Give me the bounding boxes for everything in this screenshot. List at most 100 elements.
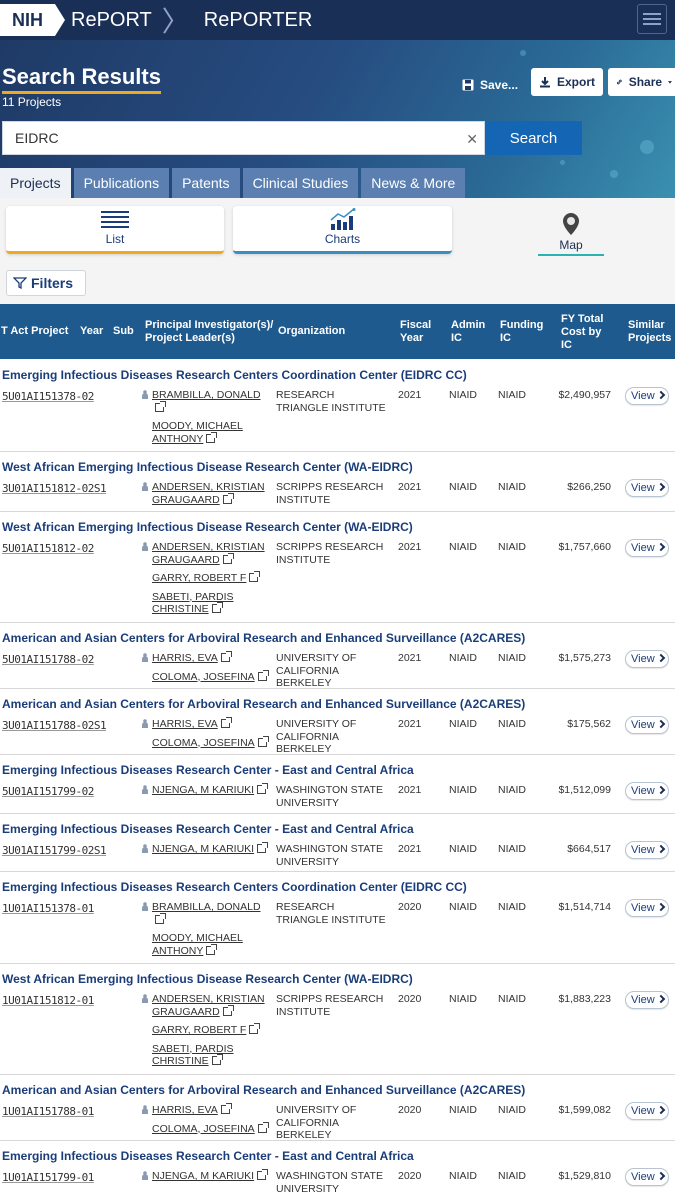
external-link-icon[interactable] <box>257 1121 269 1133</box>
project-title-link[interactable]: West African Emerging Infectious Disease… <box>2 460 413 474</box>
pi-link[interactable]: SABETI, PARDIS CHRISTINE <box>142 591 267 616</box>
tab-news-more[interactable]: News & More <box>361 168 466 198</box>
project-title-link[interactable]: Emerging Infectious Diseases Research Ce… <box>2 880 467 894</box>
search-input[interactable]: EIDRC ✕ <box>2 121 485 155</box>
pi-link[interactable]: MOODY, MICHAEL ANTHONY <box>142 932 267 957</box>
pi-link[interactable]: NJENGA, M KARIUKI <box>142 1169 269 1183</box>
external-link-icon[interactable] <box>257 783 269 794</box>
pi-link[interactable]: ANDERSEN, KRISTIAN GRAUGAARD <box>142 481 267 506</box>
external-link-icon[interactable] <box>222 552 234 564</box>
pi-link[interactable]: COLOMA, JOSEFINA <box>142 1121 269 1136</box>
pi-link[interactable]: GARRY, ROBERT F <box>142 1023 267 1037</box>
pi-link[interactable]: COLOMA, JOSEFINA <box>142 735 269 750</box>
project-title-link[interactable]: Emerging Infectious Diseases Research Ce… <box>2 822 414 836</box>
pi-link[interactable]: GARRY, ROBERT F <box>142 571 267 585</box>
project-title-link[interactable]: Emerging Infectious Diseases Research Ce… <box>2 368 467 382</box>
external-link-icon[interactable] <box>220 651 232 662</box>
view-similar-button[interactable]: View <box>625 650 669 668</box>
view-similar-button[interactable]: View <box>625 1168 669 1186</box>
col-header-project[interactable]: T Act Project <box>1 325 68 338</box>
view-similar-button[interactable]: View <box>625 1102 669 1120</box>
project-title-link[interactable]: American and Asian Centers for Arboviral… <box>2 631 525 645</box>
pi-link[interactable]: BRAMBILLA, DONALD <box>142 389 267 414</box>
project-title-link[interactable]: Emerging Infectious Diseases Research Ce… <box>2 763 414 777</box>
view-similar-button[interactable]: View <box>625 782 669 800</box>
project-number-link[interactable]: 5U01AI151378-02 <box>2 390 94 403</box>
external-link-icon[interactable] <box>222 492 234 504</box>
filters-button[interactable]: Filters <box>6 270 86 296</box>
col-header-similar[interactable]: Similar Projects <box>628 319 675 345</box>
project-title-link[interactable]: West African Emerging Infectious Disease… <box>2 520 413 534</box>
external-link-icon[interactable] <box>155 400 166 412</box>
nih-logo[interactable]: NIH <box>0 4 65 36</box>
pi-link[interactable]: HARRIS, EVA <box>142 717 267 731</box>
tab-publications[interactable]: Publications <box>73 168 170 198</box>
project-number-link[interactable]: 5U01AI151799-02 <box>2 785 94 798</box>
pi-link[interactable]: NJENGA, M KARIUKI <box>142 783 269 797</box>
view-similar-button[interactable]: View <box>625 716 669 734</box>
view-similar-button[interactable]: View <box>625 899 669 917</box>
external-link-icon[interactable] <box>155 912 166 924</box>
project-title-link[interactable]: Emerging Infectious Diseases Research Ce… <box>2 1149 414 1163</box>
search-button[interactable]: Search <box>485 121 582 155</box>
project-number-link[interactable]: 1U01AI151799-01 <box>2 1171 94 1184</box>
external-link-icon[interactable] <box>220 1103 232 1114</box>
external-link-icon[interactable] <box>257 735 269 747</box>
list-view-button[interactable]: List <box>6 206 224 254</box>
pi-link[interactable]: ANDERSEN, KRISTIAN GRAUGAARD <box>142 541 267 566</box>
col-header-funding-ic[interactable]: Funding IC <box>500 319 543 345</box>
view-similar-button[interactable]: View <box>625 991 669 1009</box>
pi-link[interactable]: BRAMBILLA, DONALD <box>142 901 267 926</box>
col-header-sub[interactable]: Sub <box>113 325 134 338</box>
external-link-icon[interactable] <box>257 669 269 681</box>
view-similar-button[interactable]: View <box>625 841 669 859</box>
project-title-link[interactable]: American and Asian Centers for Arboviral… <box>2 1083 525 1097</box>
pi-link[interactable]: ANDERSEN, KRISTIAN GRAUGAARD <box>142 993 267 1018</box>
view-similar-button[interactable]: View <box>625 479 669 497</box>
view-similar-button[interactable]: View <box>625 387 669 405</box>
view-similar-button[interactable]: View <box>625 539 669 557</box>
external-link-icon[interactable] <box>220 717 232 728</box>
pi-link[interactable]: HARRIS, EVA <box>142 1103 267 1117</box>
project-number-link[interactable]: 3U01AI151788-02S1 <box>2 719 107 732</box>
hamburger-menu-icon[interactable] <box>637 4 667 34</box>
project-number-link[interactable]: 5U01AI151788-02 <box>2 653 94 666</box>
project-number-link[interactable]: 5U01AI151812-02 <box>2 542 94 555</box>
clear-search-icon[interactable]: ✕ <box>466 131 478 148</box>
reporter-home-link[interactable]: RePORTER <box>204 9 313 32</box>
col-header-pi[interactable]: Principal Investigator(s)/ Project Leade… <box>145 319 275 345</box>
pi-link[interactable]: MOODY, MICHAEL ANTHONY <box>142 420 267 445</box>
col-header-fiscal-year[interactable]: Fiscal Year <box>400 319 438 345</box>
report-home-link[interactable]: RePORT <box>71 9 152 32</box>
external-link-icon[interactable] <box>222 1004 234 1016</box>
pi-link[interactable]: COLOMA, JOSEFINA <box>142 669 269 684</box>
tab-patents[interactable]: Patents <box>172 168 240 198</box>
project-number-link[interactable]: 3U01AI151799-02S1 <box>2 844 107 857</box>
external-link-icon[interactable] <box>249 571 261 582</box>
external-link-icon[interactable] <box>206 431 218 443</box>
tab-projects[interactable]: Projects <box>0 168 71 198</box>
project-number-link[interactable]: 1U01AI151378-01 <box>2 902 94 915</box>
project-number-link[interactable]: 1U01AI151788-01 <box>2 1105 94 1118</box>
project-title-link[interactable]: West African Emerging Infectious Disease… <box>2 972 413 986</box>
external-link-icon[interactable] <box>206 943 218 955</box>
col-header-organization[interactable]: Organization <box>278 325 345 338</box>
col-header-year[interactable]: Year <box>80 325 103 338</box>
tab-clinical-studies[interactable]: Clinical Studies <box>242 168 359 198</box>
external-link-icon[interactable] <box>211 1054 223 1065</box>
pi-link[interactable]: NJENGA, M KARIUKI <box>142 842 269 856</box>
external-link-icon[interactable] <box>257 842 269 853</box>
external-link-icon[interactable] <box>257 1169 269 1180</box>
export-button[interactable]: Export <box>531 68 603 96</box>
charts-view-button[interactable]: Charts <box>233 206 452 254</box>
pi-link[interactable]: SABETI, PARDIS CHRISTINE <box>142 1043 267 1068</box>
external-link-icon[interactable] <box>249 1023 261 1034</box>
project-title-link[interactable]: American and Asian Centers for Arboviral… <box>2 697 525 711</box>
map-view-button[interactable]: Map <box>538 208 604 256</box>
project-number-link[interactable]: 3U01AI151812-02S1 <box>2 482 107 495</box>
pi-link[interactable]: HARRIS, EVA <box>142 651 267 665</box>
project-number-link[interactable]: 1U01AI151812-01 <box>2 994 94 1007</box>
external-link-icon[interactable] <box>211 602 223 613</box>
col-header-admin-ic[interactable]: Admin IC <box>451 319 487 345</box>
save-button[interactable]: Save... <box>462 74 518 96</box>
